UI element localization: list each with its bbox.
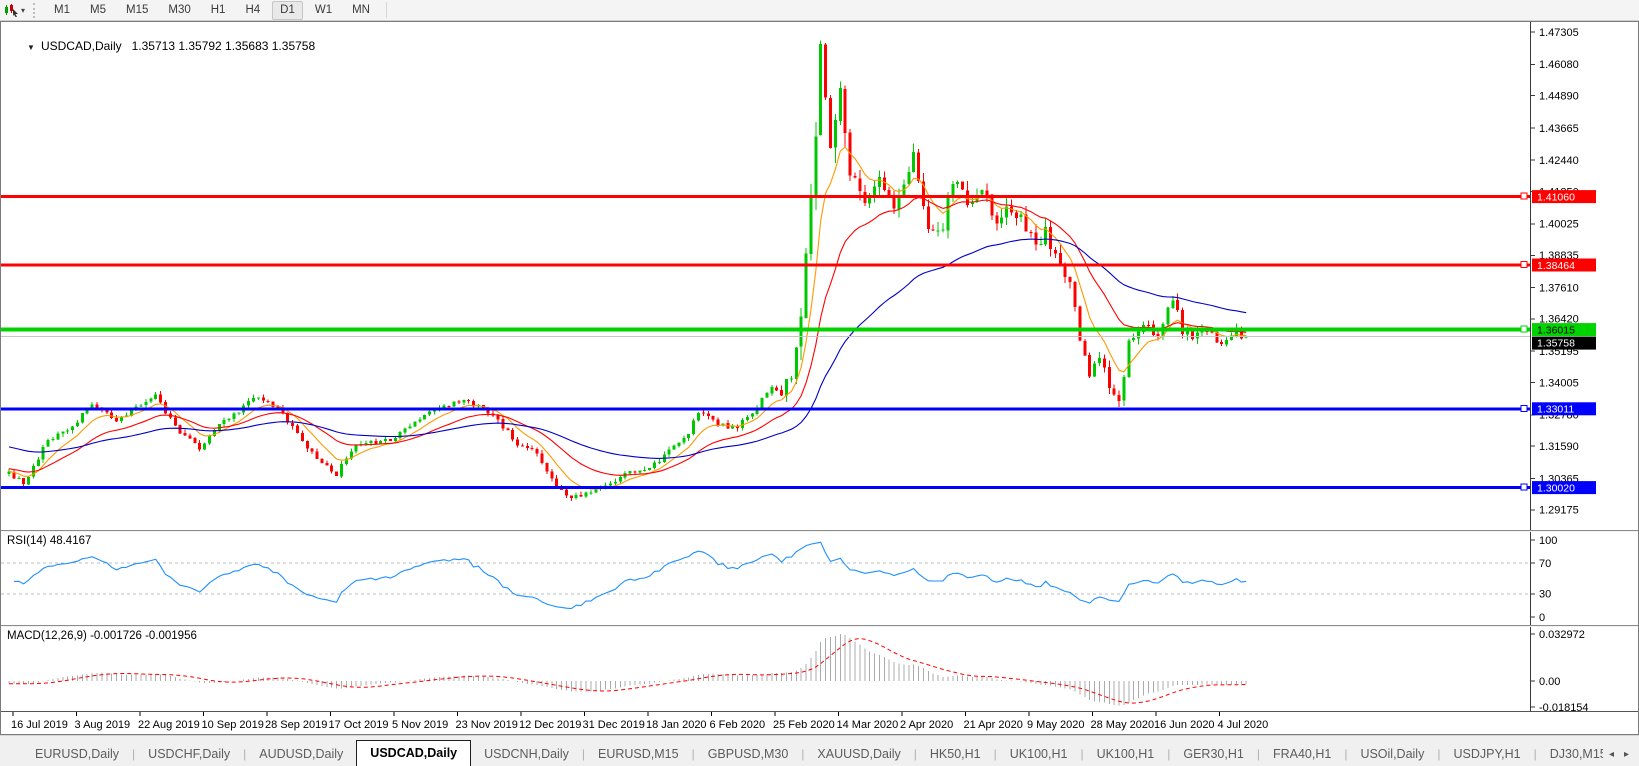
timeframe-button-m15[interactable]: M15 bbox=[118, 1, 156, 20]
timeframe-button-group: M1M5M15M30 H1H4D1W1MN bbox=[44, 1, 380, 20]
svg-text:30: 30 bbox=[1539, 589, 1551, 601]
top-toolbar: ▾ M1M5M15M30 H1H4D1W1MN bbox=[0, 0, 1639, 21]
rsi-indicator-panel[interactable]: 10070300 RSI(14) 48.4167 bbox=[1, 532, 1638, 625]
svg-text:2 Apr 2020: 2 Apr 2020 bbox=[900, 719, 953, 731]
macd-histogram bbox=[9, 634, 1246, 706]
svg-text:1.40025: 1.40025 bbox=[1539, 219, 1579, 231]
svg-text:1.34005: 1.34005 bbox=[1539, 377, 1579, 389]
toolbar-grip-handle[interactable] bbox=[33, 3, 38, 18]
svg-text:6 Feb 2020: 6 Feb 2020 bbox=[710, 719, 766, 731]
svg-text:16 Jul 2019: 16 Jul 2019 bbox=[11, 719, 68, 731]
tab-eurusd-daily[interactable]: EURUSD,Daily bbox=[22, 743, 132, 766]
svg-text:1.31590: 1.31590 bbox=[1539, 441, 1579, 453]
chart-tab-bar: EURUSD,Daily|USDCHF,Daily|AUDUSD,DailyUS… bbox=[0, 735, 1639, 766]
svg-text:70: 70 bbox=[1539, 558, 1551, 570]
svg-text:1.33011: 1.33011 bbox=[1537, 404, 1574, 416]
timeframe-button-w1[interactable]: W1 bbox=[307, 1, 340, 20]
tabs-scroll-left-button[interactable]: ◂ bbox=[1609, 749, 1614, 760]
main-price-panel[interactable]: 1.473051.460801.448901.436651.424401.412… bbox=[1, 22, 1638, 530]
svg-text:1.30020: 1.30020 bbox=[1537, 482, 1575, 494]
macd-scale[interactable]: 0.032972 0.00 -0.018154 bbox=[1530, 627, 1589, 711]
chart-cursor-icon[interactable]: ▾ bbox=[0, 1, 29, 20]
tab-uk100-h1[interactable]: UK100,H1 bbox=[1084, 743, 1168, 766]
tab-uk100-h1[interactable]: UK100,H1 bbox=[997, 743, 1081, 766]
panel-divider[interactable] bbox=[1, 530, 1638, 531]
svg-text:9 May 2020: 9 May 2020 bbox=[1027, 719, 1084, 731]
horizontal-level-lines[interactable] bbox=[1, 193, 1530, 490]
rsi-line bbox=[14, 542, 1246, 608]
svg-text:23 Nov 2019: 23 Nov 2019 bbox=[456, 719, 518, 731]
chart-cursor-glyph bbox=[3, 3, 19, 17]
svg-text:1.47305: 1.47305 bbox=[1539, 27, 1579, 39]
tab-ger30-h1[interactable]: GER30,H1 bbox=[1170, 743, 1256, 766]
panel-divider[interactable] bbox=[1, 625, 1638, 626]
svg-text:25 Feb 2020: 25 Feb 2020 bbox=[773, 719, 835, 731]
tab-hk50-h1[interactable]: HK50,H1 bbox=[917, 743, 994, 766]
tab-usdcnh-daily[interactable]: USDCNH,Daily bbox=[471, 743, 582, 766]
chart-window: 1.473051.460801.448901.436651.424401.412… bbox=[0, 21, 1639, 735]
tab-usdcad-daily[interactable]: USDCAD,Daily bbox=[356, 740, 471, 766]
svg-text:3 Aug 2019: 3 Aug 2019 bbox=[75, 719, 131, 731]
svg-text:28 Sep 2019: 28 Sep 2019 bbox=[265, 719, 327, 731]
svg-text:16 Jun 2020: 16 Jun 2020 bbox=[1154, 719, 1215, 731]
toolbar-separator bbox=[386, 2, 387, 18]
svg-text:0.032972: 0.032972 bbox=[1539, 629, 1585, 641]
price-scale[interactable]: 1.473051.460801.448901.436651.424401.412… bbox=[1530, 22, 1596, 530]
svg-text:17 Oct 2019: 17 Oct 2019 bbox=[329, 719, 389, 731]
macd-signal-line bbox=[9, 639, 1246, 704]
rsi-scale[interactable]: 100 70 30 0 bbox=[1530, 532, 1557, 625]
svg-text:0.00: 0.00 bbox=[1539, 676, 1560, 688]
svg-text:1.37610: 1.37610 bbox=[1539, 282, 1579, 294]
svg-text:22 Aug 2019: 22 Aug 2019 bbox=[138, 719, 200, 731]
timeframe-button-h1[interactable]: H1 bbox=[203, 1, 234, 20]
svg-text:28 May 2020: 28 May 2020 bbox=[1091, 719, 1155, 731]
svg-text:4 Jul 2020: 4 Jul 2020 bbox=[1218, 719, 1269, 731]
svg-text:14 Mar 2020: 14 Mar 2020 bbox=[837, 719, 899, 731]
svg-text:100: 100 bbox=[1539, 535, 1557, 547]
candlestick-series bbox=[8, 41, 1248, 502]
chart-tabs: EURUSD,Daily|USDCHF,Daily|AUDUSD,DailyUS… bbox=[0, 739, 1603, 766]
svg-text:31 Dec 2019: 31 Dec 2019 bbox=[583, 719, 645, 731]
timeframe-button-h4[interactable]: H4 bbox=[237, 1, 268, 20]
tab-dj30-m15[interactable]: DJ30,M15 bbox=[1537, 743, 1603, 766]
date-axis[interactable]: 16 Jul 2019 3 Aug 2019 22 Aug 201910 Sep 2… bbox=[1, 712, 1638, 734]
svg-text:21 Apr 2020: 21 Apr 2020 bbox=[964, 719, 1023, 731]
svg-text:1.38464: 1.38464 bbox=[1537, 260, 1575, 272]
svg-text:18 Jan 2020: 18 Jan 2020 bbox=[646, 719, 707, 731]
tab-audusd-daily[interactable]: AUDUSD,Daily bbox=[246, 743, 356, 766]
svg-text:1.44890: 1.44890 bbox=[1539, 91, 1579, 103]
date-scale[interactable]: 16 Jul 2019 3 Aug 2019 22 Aug 201910 Sep 2… bbox=[11, 712, 1268, 731]
timeframe-button-m1[interactable]: M1 bbox=[46, 1, 78, 20]
timeframe-button-mn[interactable]: MN bbox=[344, 1, 378, 20]
svg-text:1.42440: 1.42440 bbox=[1539, 155, 1579, 167]
tab-gbpusd-m30[interactable]: GBPUSD,M30 bbox=[695, 743, 802, 766]
tab-usdjpy-h1[interactable]: USDJPY,H1 bbox=[1440, 743, 1533, 766]
tab-xauusd-daily[interactable]: XAUUSD,Daily bbox=[804, 743, 913, 766]
tab-navigation: ◂ ▸ bbox=[1603, 749, 1639, 766]
tab-fra40-h1[interactable]: FRA40,H1 bbox=[1260, 743, 1344, 766]
macd-indicator-panel[interactable]: 0.0329720.00-0.018154 MACD(12,26,9) -0.0… bbox=[1, 627, 1638, 711]
svg-text:1.36015: 1.36015 bbox=[1537, 324, 1575, 336]
tabs-scroll-right-button[interactable]: ▸ bbox=[1624, 749, 1629, 760]
ma-slow-line bbox=[9, 239, 1246, 458]
svg-text:10 Sep 2019: 10 Sep 2019 bbox=[202, 719, 264, 731]
svg-text:1.35758: 1.35758 bbox=[1537, 338, 1575, 350]
svg-text:5 Nov 2019: 5 Nov 2019 bbox=[392, 719, 448, 731]
svg-text:-0.018154: -0.018154 bbox=[1539, 702, 1589, 711]
tab-eurusd-m15[interactable]: EURUSD,M15 bbox=[585, 743, 692, 766]
svg-text:1.46080: 1.46080 bbox=[1539, 59, 1579, 71]
timeframe-button-m30[interactable]: M30 bbox=[160, 1, 198, 20]
svg-text:0: 0 bbox=[1539, 612, 1545, 624]
chevron-down-icon: ▾ bbox=[21, 6, 25, 15]
timeframe-button-m5[interactable]: M5 bbox=[82, 1, 114, 20]
tab-usoil-daily[interactable]: USOil,Daily bbox=[1347, 743, 1437, 766]
svg-text:1.43665: 1.43665 bbox=[1539, 123, 1579, 135]
tab-usdchf-daily[interactable]: USDCHF,Daily bbox=[135, 743, 243, 766]
svg-text:1.29175: 1.29175 bbox=[1539, 505, 1579, 517]
timeframe-button-d1[interactable]: D1 bbox=[272, 1, 303, 20]
svg-text:12 Dec 2019: 12 Dec 2019 bbox=[519, 719, 581, 731]
svg-text:1.41060: 1.41060 bbox=[1537, 191, 1575, 203]
